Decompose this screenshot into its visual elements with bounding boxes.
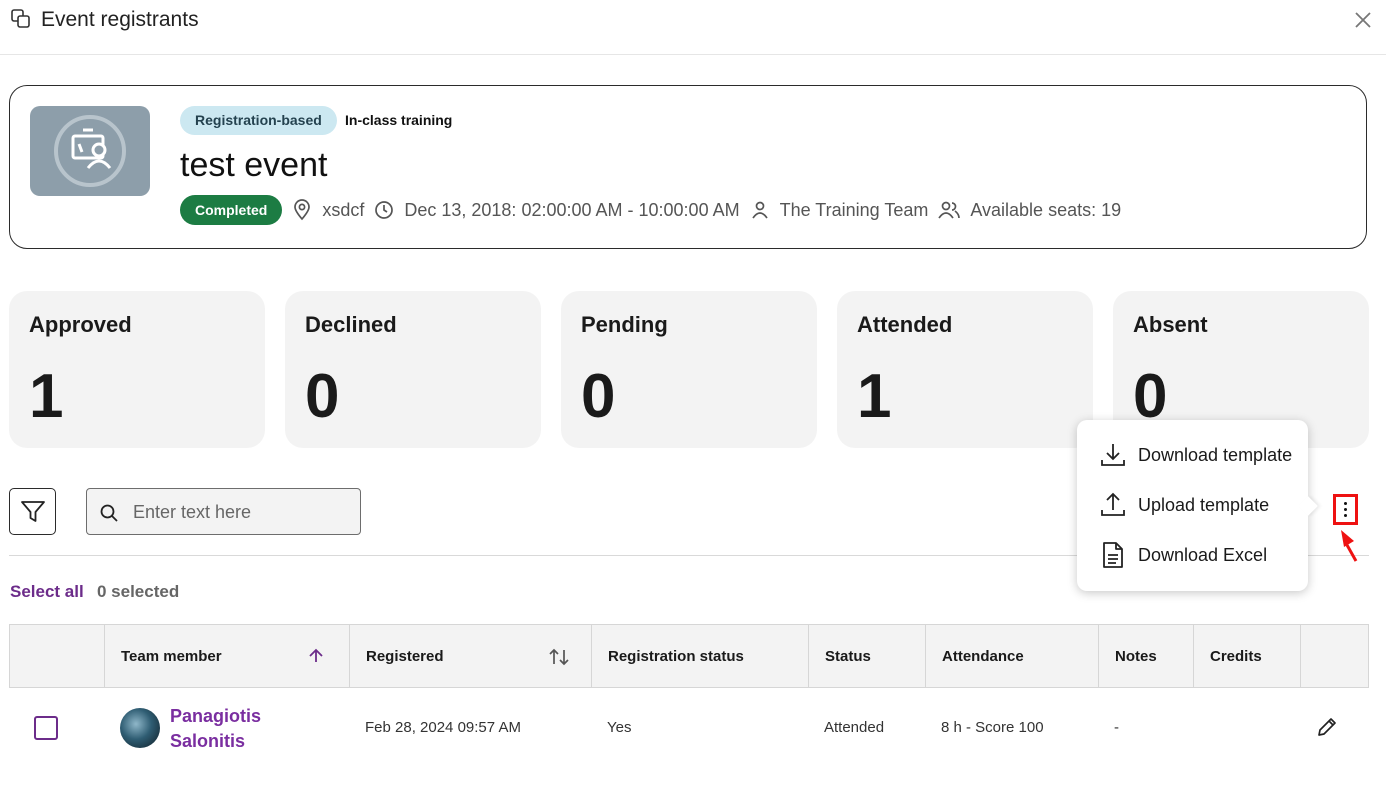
stat-label: Declined	[305, 312, 397, 337]
close-icon[interactable]	[1352, 9, 1374, 31]
member-first-name: Panagiotis	[170, 706, 262, 726]
sort-ascending-icon[interactable]	[307, 647, 325, 665]
event-title: test event	[180, 146, 328, 184]
event-location: xsdcf	[292, 199, 364, 221]
stat-value: 0	[305, 362, 340, 431]
stat-label: Attended	[857, 312, 953, 337]
event-meta: Completed xsdcf Dec 13, 2018: 02:00:00 A…	[180, 195, 1131, 225]
event-organizer: The Training Team	[750, 199, 929, 221]
dialog-header: Event registrants	[0, 0, 1386, 55]
search-box	[86, 488, 361, 535]
location-text: xsdcf	[322, 199, 365, 220]
kebab-dot	[1344, 508, 1347, 511]
column-header-label: Notes	[1115, 648, 1157, 665]
event-seats: Available seats: 19	[938, 200, 1121, 221]
clock-icon	[375, 201, 394, 219]
column-header-label: Attendance	[942, 648, 1024, 665]
team-member-name[interactable]: Panagiotis Salonitis	[170, 704, 261, 754]
kebab-dot	[1344, 514, 1347, 517]
menu-item-download-excel[interactable]: Download Excel	[1099, 535, 1267, 575]
registration-status-value: Yes	[607, 719, 632, 736]
event-datetime: Dec 13, 2018: 02:00:00 AM - 10:00:00 AM	[374, 199, 740, 221]
column-registration-status: Registration status	[592, 625, 809, 687]
status-badge: Completed	[180, 195, 283, 225]
stat-approved: Approved 1	[9, 291, 265, 448]
column-status: Status	[809, 625, 926, 687]
event-thumbnail	[30, 106, 150, 196]
datetime-text: Dec 13, 2018: 02:00:00 AM - 10:00:00 AM	[404, 199, 740, 220]
filter-icon	[20, 500, 45, 522]
search-input[interactable]	[131, 497, 355, 527]
stat-attended: Attended 1	[837, 291, 1093, 448]
column-credits: Credits	[1194, 625, 1301, 687]
more-options-button[interactable]	[1333, 494, 1358, 525]
column-header-label: Team member	[121, 648, 222, 665]
menu-item-download-template[interactable]: Download template	[1099, 435, 1292, 475]
event-type-badge: Registration-based	[180, 106, 337, 135]
edit-pencil-icon[interactable]	[1316, 716, 1338, 738]
column-attendance: Attendance	[926, 625, 1099, 687]
document-icon	[1103, 542, 1123, 568]
menu-item-label: Download template	[1138, 444, 1293, 465]
menu-notch	[1298, 496, 1318, 516]
column-header-label: Registration status	[608, 648, 744, 665]
kebab-dot	[1344, 502, 1347, 505]
download-icon	[1101, 444, 1125, 466]
select-all-link[interactable]: Select all	[10, 582, 84, 602]
seats-text: Available seats: 19	[970, 199, 1122, 220]
attendance-value: 8 h - Score 100	[941, 719, 1044, 736]
stat-label: Approved	[29, 312, 132, 337]
column-team-member[interactable]: Team member	[105, 625, 350, 687]
row-checkbox[interactable]	[34, 716, 58, 740]
stat-value: 1	[29, 362, 64, 431]
column-header-label: Registered	[366, 648, 444, 665]
avatar	[120, 708, 160, 748]
column-select	[10, 625, 105, 687]
organizer-text: The Training Team	[779, 199, 929, 220]
windows-icon	[11, 9, 30, 28]
stat-label: Pending	[581, 312, 668, 337]
stat-value: 1	[857, 362, 892, 431]
menu-item-upload-template[interactable]: Upload template	[1099, 485, 1269, 525]
red-arrow-annotation	[1341, 530, 1358, 562]
menu-item-label: Upload template	[1138, 494, 1270, 515]
stat-pending: Pending 0	[561, 291, 817, 448]
column-notes: Notes	[1099, 625, 1194, 687]
column-header-label: Status	[825, 648, 871, 665]
table-header: Team member Registered Registration stat…	[9, 624, 1369, 688]
table-row: Panagiotis Salonitis Feb 28, 2024 09:57 …	[9, 688, 1369, 768]
event-kind-label: In-class training	[345, 112, 453, 128]
registered-date: Feb 28, 2024 09:57 AM	[365, 719, 521, 736]
stat-declined: Declined 0	[285, 291, 541, 448]
dialog-title: Event registrants	[41, 8, 199, 31]
presentation-icon	[54, 115, 126, 187]
location-pin-icon	[294, 199, 311, 221]
menu-item-label: Download Excel	[1138, 544, 1268, 565]
stat-label: Absent	[1133, 312, 1208, 337]
column-header-label: Credits	[1210, 648, 1262, 665]
column-registered[interactable]: Registered	[350, 625, 592, 687]
more-options-menu: Download template Upload template Downlo…	[1077, 420, 1318, 591]
member-last-name: Salonitis	[170, 731, 246, 751]
filter-button[interactable]	[9, 488, 56, 535]
notes-value: -	[1114, 719, 1119, 736]
person-icon	[751, 201, 768, 219]
column-actions	[1301, 625, 1368, 687]
sort-both-icon[interactable]	[548, 647, 570, 667]
search-icon	[100, 504, 118, 522]
status-value: Attended	[824, 719, 885, 736]
upload-icon	[1101, 492, 1125, 516]
event-card: Registration-based In-class training tes…	[9, 85, 1367, 249]
people-icon	[938, 201, 961, 219]
stat-value: 0	[581, 362, 616, 431]
selected-count: 0 selected	[97, 582, 180, 601]
